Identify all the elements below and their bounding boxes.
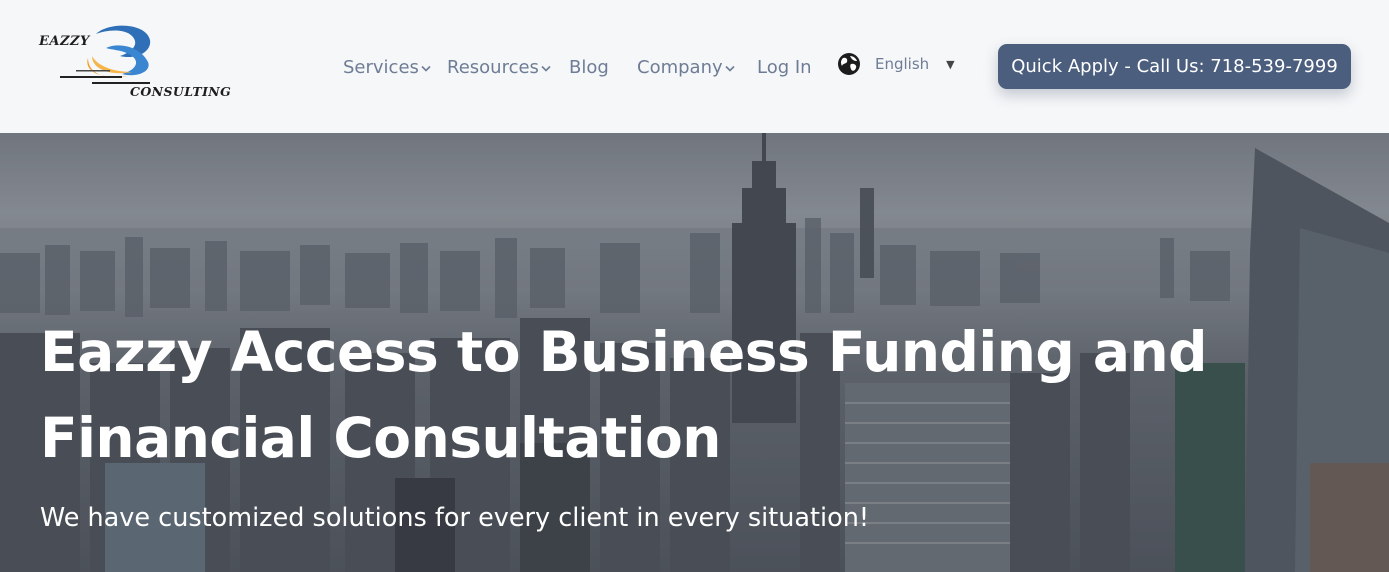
logo-wordmark-top: EAZZY — [39, 34, 90, 49]
nav-company[interactable]: Company — [637, 56, 735, 78]
chevron-down-icon — [541, 65, 551, 72]
quick-apply-button[interactable]: Quick Apply - Call Us: 718-539-7999 — [998, 44, 1351, 89]
globe-icon — [838, 53, 860, 75]
nav-resources[interactable]: Resources — [447, 56, 551, 78]
chevron-down-icon — [725, 65, 735, 72]
language-selector[interactable]: English ▼ — [837, 51, 955, 77]
logo-wordmark-bottom: CONSULTING — [130, 84, 232, 99]
brand-logo[interactable]: EAZZY CONSULTING — [36, 22, 236, 102]
nav-login[interactable]: Log In — [757, 56, 812, 78]
nav-services[interactable]: Services — [343, 56, 431, 78]
nav-resources-label: Resources — [447, 56, 539, 78]
hero-title: Eazzy Access to Business Funding and Fin… — [40, 320, 1208, 470]
chevron-down-icon — [421, 65, 431, 72]
nav-login-label: Log In — [757, 56, 812, 78]
site-header: EAZZY CONSULTING Services Resources Blog… — [0, 0, 1389, 133]
nav-services-label: Services — [343, 56, 419, 78]
hero-subtitle: We have customized solutions for every c… — [40, 503, 870, 533]
language-label: English — [875, 55, 930, 73]
nav-company-label: Company — [637, 56, 723, 78]
nav-blog-label: Blog — [569, 56, 609, 78]
caret-down-icon: ▼ — [946, 57, 955, 71]
nav-blog[interactable]: Blog — [569, 56, 609, 78]
hero-section: Eazzy Access to Business Funding and Fin… — [0, 133, 1389, 572]
